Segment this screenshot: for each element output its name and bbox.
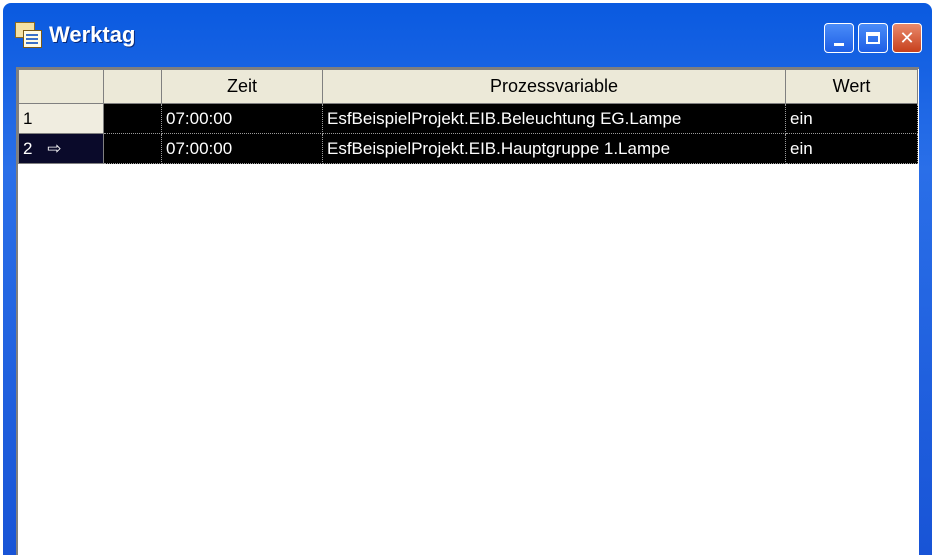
row-number: 2 xyxy=(23,138,33,158)
table-row[interactable]: 2 ⇨ 07:00:00 EsfBeispielProjekt.EIB.Haup… xyxy=(18,133,918,164)
header-zeit[interactable]: Zeit xyxy=(161,69,323,104)
title-bar[interactable]: Werktag ✕ xyxy=(7,3,928,67)
cell-wert[interactable]: ein xyxy=(785,133,918,164)
maximize-icon xyxy=(866,32,880,44)
header-wert[interactable]: Wert xyxy=(785,69,918,104)
table-area: Zeit Prozessvariable Wert 1 07:00:00 Esf… xyxy=(16,67,919,555)
schedule-window: Werktag ✕ Zeit Prozessvariable Wert 1 07… xyxy=(3,3,932,555)
cell-zeit[interactable]: 07:00:00 xyxy=(161,133,323,164)
close-icon: ✕ xyxy=(899,27,915,48)
cell-wert[interactable]: ein xyxy=(785,103,918,134)
cell-blank[interactable] xyxy=(103,103,162,134)
app-icon xyxy=(15,22,42,48)
minimize-button[interactable] xyxy=(824,23,854,53)
header-row: Zeit Prozessvariable Wert xyxy=(18,69,918,104)
row-header[interactable]: 1 xyxy=(18,103,104,134)
header-prozessvariable[interactable]: Prozessvariable xyxy=(322,69,786,104)
header-corner[interactable] xyxy=(18,69,104,104)
row-number: 1 xyxy=(23,108,33,128)
cell-blank[interactable] xyxy=(103,133,162,164)
window-controls: ✕ xyxy=(824,23,922,53)
current-row-arrow-icon: ⇨ xyxy=(47,138,62,158)
header-blank[interactable] xyxy=(103,69,162,104)
table-row[interactable]: 1 07:00:00 EsfBeispielProjekt.EIB.Beleuc… xyxy=(18,103,918,134)
window-title: Werktag xyxy=(49,22,136,47)
cell-zeit[interactable]: 07:00:00 xyxy=(161,103,323,134)
cell-prozessvariable[interactable]: EsfBeispielProjekt.EIB.Beleuchtung EG.La… xyxy=(322,103,786,134)
close-button[interactable]: ✕ xyxy=(892,23,922,53)
maximize-button[interactable] xyxy=(858,23,888,53)
row-header[interactable]: 2 ⇨ xyxy=(18,133,104,164)
schedule-table: Zeit Prozessvariable Wert 1 07:00:00 Esf… xyxy=(18,69,918,164)
minimize-icon xyxy=(834,42,844,46)
cell-prozessvariable[interactable]: EsfBeispielProjekt.EIB.Hauptgruppe 1.Lam… xyxy=(322,133,786,164)
